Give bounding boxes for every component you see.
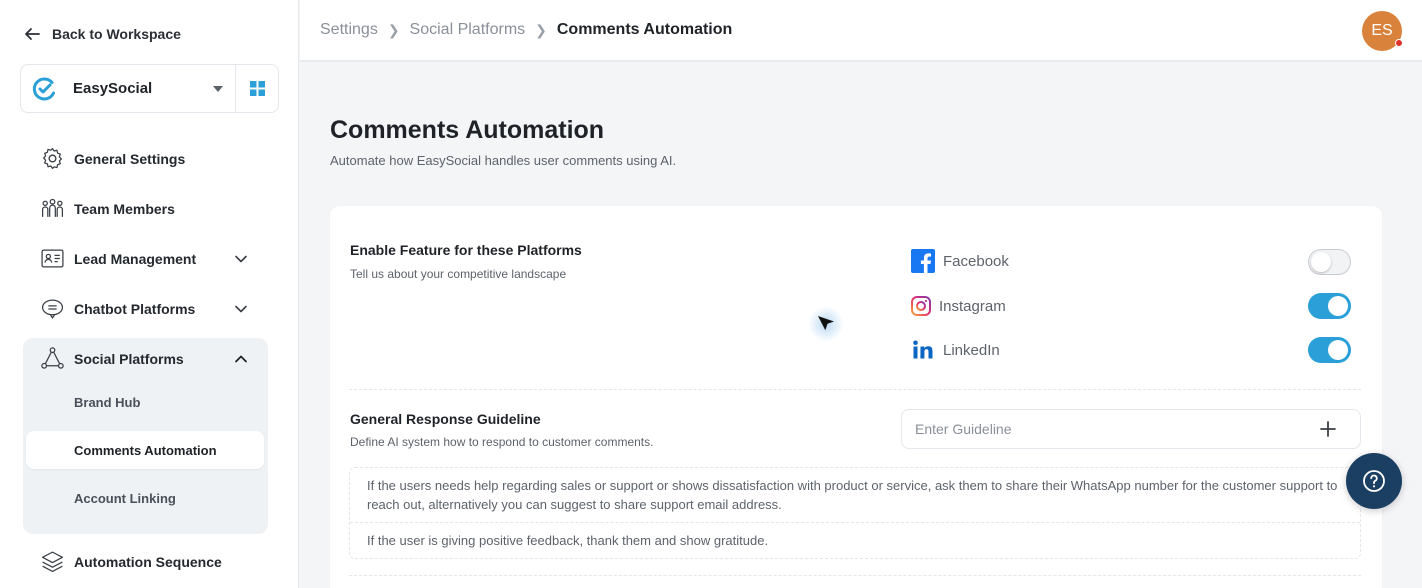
apps-grid-button[interactable] (235, 65, 278, 112)
guideline-section-subtitle: Define AI system how to respond to custo… (350, 435, 654, 449)
breadcrumb-settings[interactable]: Settings (320, 21, 378, 39)
id-card-icon (40, 246, 65, 271)
platforms-section-title: Enable Feature for these Platforms (350, 242, 582, 258)
notification-dot (1395, 39, 1403, 47)
cursor-arrow-icon (818, 316, 834, 331)
platform-name: LinkedIn (943, 341, 1000, 359)
platform-instagram: Instagram (911, 294, 1006, 318)
sidebar-item-general-settings[interactable]: General Settings (40, 146, 185, 171)
team-icon (40, 196, 65, 221)
user-avatar[interactable]: ES (1362, 11, 1403, 51)
avatar-initials: ES (1371, 22, 1393, 39)
linkedin-icon (911, 338, 935, 362)
instagram-toggle[interactable] (1308, 293, 1351, 319)
sidebar-item-label: Team Members (74, 200, 175, 217)
workspace-name: EasySocial (73, 80, 153, 97)
facebook-toggle[interactable] (1308, 249, 1351, 275)
section-divider (349, 575, 1361, 576)
mouse-cursor (808, 306, 844, 342)
sidebar-item-label: Social Platforms (74, 350, 184, 367)
toggle-knob (1311, 252, 1331, 272)
grid-icon (249, 81, 265, 96)
sidebar: Back to Workspace EasySocial General Set… (0, 0, 299, 588)
facebook-icon (911, 249, 935, 273)
back-to-workspace-link[interactable]: Back to Workspace (22, 24, 181, 44)
guideline-item[interactable]: If the users needs help regarding sales … (350, 468, 1360, 522)
platform-linkedin: LinkedIn (911, 338, 1000, 362)
sidebar-subitem-account-linking[interactable]: Account Linking (74, 491, 176, 506)
plus-icon[interactable] (1318, 419, 1338, 439)
chevron-down-icon[interactable] (234, 252, 248, 266)
sidebar-item-social-platforms[interactable]: Social Platforms (40, 346, 184, 371)
chatbot-icon (40, 296, 65, 321)
back-link-label: Back to Workspace (52, 26, 181, 42)
breadcrumb-social-platforms[interactable]: Social Platforms (410, 21, 526, 39)
gear-icon (40, 146, 65, 171)
top-bar: Settings ❯ Social Platforms ❯ Comments A… (300, 0, 1422, 62)
sidebar-item-automation-sequence[interactable]: Automation Sequence (40, 549, 222, 574)
platform-facebook: Facebook (911, 249, 1009, 273)
caret-down-icon (213, 85, 223, 92)
layers-icon (40, 549, 65, 574)
easysocial-logo-icon (32, 76, 55, 100)
guideline-input[interactable] (915, 421, 1295, 437)
toggle-knob (1328, 296, 1348, 316)
network-icon (40, 346, 65, 371)
sidebar-subitem-comments-automation[interactable]: Comments Automation (74, 443, 217, 458)
breadcrumb: Settings ❯ Social Platforms ❯ Comments A… (320, 21, 732, 39)
page-title: Comments Automation (330, 116, 605, 144)
chevron-up-icon[interactable] (234, 352, 248, 366)
sidebar-item-team-members[interactable]: Team Members (40, 196, 175, 221)
linkedin-toggle[interactable] (1308, 337, 1351, 363)
sidebar-item-label: Automation Sequence (74, 553, 222, 570)
sidebar-item-chatbot-platforms[interactable]: Chatbot Platforms (40, 296, 195, 321)
guidelines-list: If the users needs help regarding sales … (349, 467, 1361, 559)
platform-name: Instagram (939, 297, 1006, 315)
question-icon (1363, 470, 1385, 492)
workspace-selector: EasySocial (20, 64, 279, 113)
arrow-left-icon (25, 28, 40, 40)
guideline-input-wrapper (901, 409, 1361, 449)
breadcrumb-current: Comments Automation (556, 21, 733, 38)
sidebar-item-label: General Settings (74, 150, 186, 167)
sidebar-item-label: Chatbot Platforms (74, 300, 196, 317)
page-subtitle: Automate how EasySocial handles user com… (330, 153, 677, 168)
chevron-right-icon: ❯ (535, 21, 547, 38)
sidebar-subitem-brand-hub[interactable]: Brand Hub (74, 395, 140, 410)
sidebar-item-lead-management[interactable]: Lead Management (40, 246, 196, 271)
section-divider (349, 389, 1361, 390)
chevron-down-icon[interactable] (234, 302, 248, 316)
guideline-item[interactable]: If the user is giving positive feedback,… (350, 522, 1360, 558)
sidebar-item-label: Lead Management (74, 250, 197, 267)
help-button[interactable] (1346, 453, 1402, 509)
chevron-right-icon: ❯ (387, 21, 400, 38)
toggle-knob (1328, 340, 1348, 360)
instagram-icon (911, 294, 931, 318)
platforms-section-subtitle: Tell us about your competitive landscape (350, 267, 567, 281)
workspace-dropdown[interactable]: EasySocial (21, 65, 235, 112)
guideline-section-title: General Response Guideline (350, 411, 541, 427)
platform-name: Facebook (943, 252, 1009, 270)
